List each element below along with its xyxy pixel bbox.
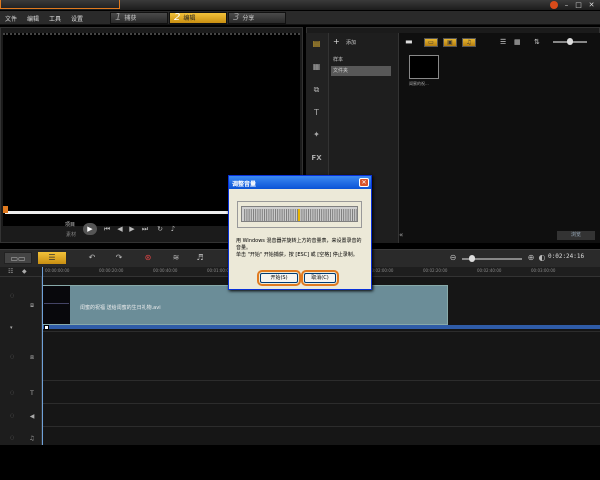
undo-icon[interactable]: ↶ (86, 252, 98, 264)
instant-project-icon[interactable]: ▦ (309, 61, 324, 73)
track-divider (42, 331, 600, 332)
track-expand-icon[interactable]: ▾ (10, 325, 16, 331)
scrub-bar[interactable] (5, 211, 230, 214)
media-thumbnail[interactable] (409, 55, 439, 79)
sort-icon[interactable]: ⇅ (534, 38, 540, 46)
ruler-tick: 00:03:00:00 (531, 268, 556, 273)
voice-track-icon[interactable]: ◀ (26, 412, 38, 421)
list-view-icon[interactable]: ☰ (500, 38, 506, 46)
track-manager-icon[interactable]: ☷ (8, 268, 13, 275)
start-button[interactable]: 开始(S) (257, 270, 301, 286)
video-filter-button[interactable]: ▭ (424, 38, 438, 47)
browse-button[interactable]: 浏览 (557, 231, 595, 240)
title-icon[interactable]: T (309, 107, 324, 119)
cancel-button[interactable]: 取消(C) (301, 270, 339, 286)
mode-project[interactable]: 项目 (65, 221, 75, 228)
prev-frame-icon[interactable]: ◀ (116, 225, 124, 233)
play-button[interactable]: ▶ (83, 223, 97, 235)
clip-audio-bar (42, 325, 600, 329)
dialog-close-icon[interactable]: ✕ (359, 178, 369, 187)
track-visibility-icon[interactable]: ◌ (10, 354, 16, 360)
track-divider (42, 380, 600, 381)
ruler-tick: 00:02:00:00 (369, 268, 394, 273)
adjust-volume-dialog (228, 175, 372, 290)
maximize-icon[interactable]: □ (574, 1, 583, 10)
menu-edit[interactable]: 编辑 (27, 14, 39, 23)
status-area (0, 445, 600, 480)
tree-item-samples[interactable]: 样本 (331, 55, 391, 65)
scrub-marker[interactable] (3, 206, 8, 213)
zoom-knob[interactable] (469, 255, 475, 262)
repeat-icon[interactable]: ↻ (156, 225, 164, 233)
auto-music-icon[interactable]: ♬ (194, 252, 206, 264)
menu-tools[interactable]: 工具 (49, 14, 61, 23)
dialog-message: 用 Windows 混音器并旋转上方的音量表，来设置录音的音量。 单击 "开始"… (236, 238, 362, 259)
dialog-title: 调整音量 (232, 181, 257, 188)
folder-icon[interactable]: ▬ (405, 37, 413, 46)
ruler-tick: 00:02:40:00 (477, 268, 502, 273)
ruler-tick: 00:02:20:00 (423, 268, 448, 273)
timecode-display[interactable]: 0:02:24:16 (548, 253, 584, 260)
ruler-tick: 00:00:00:00 (45, 268, 70, 273)
thumb-view-icon[interactable]: ▦ (514, 38, 521, 46)
ruler-tick: 00:00:40:00 (153, 268, 178, 273)
storyboard-view-button[interactable]: ▭▭ (4, 252, 32, 264)
fit-project-icon[interactable]: ◐ (537, 252, 547, 264)
menu-bar (0, 11, 600, 25)
track-visibility-icon[interactable]: ◌ (10, 390, 16, 396)
title-highlight (0, 0, 120, 9)
redo-icon[interactable]: ↷ (113, 252, 125, 264)
video-track-icon[interactable]: ⧇ (26, 301, 38, 310)
track-visibility-icon[interactable]: ◌ (10, 413, 16, 419)
timeline-view-button[interactable]: ☰ (38, 252, 66, 264)
volume-meter-graphic (244, 207, 357, 223)
minimize-icon[interactable]: – (562, 1, 571, 10)
clip-thumbnail (43, 286, 70, 324)
overlay-track-icon[interactable]: ⧈ (26, 353, 38, 362)
end-icon[interactable]: ⏭ (141, 225, 149, 233)
graphic-icon[interactable]: ✦ (309, 129, 324, 141)
ruler-tick: 00:00:20:00 (99, 268, 124, 273)
volume-icon[interactable]: ♪ (169, 225, 177, 233)
tab-capture[interactable]: 1 捕获 (110, 12, 168, 24)
zoom-out-icon[interactable]: ⊖ (448, 252, 458, 264)
clip-thumbnail-detail (44, 303, 69, 304)
add-icon[interactable]: + (333, 37, 340, 46)
thumbnail-size-knob[interactable] (567, 38, 573, 45)
playhead[interactable] (42, 267, 43, 445)
tab-share[interactable]: 3 分享 (228, 12, 286, 24)
menu-settings[interactable]: 设置 (71, 14, 83, 23)
close-icon[interactable]: ✕ (587, 1, 596, 10)
record-icon[interactable]: ⊛ (141, 252, 155, 264)
home-icon[interactable]: ⏮ (103, 225, 111, 233)
audio-mix-icon[interactable]: ≋ (170, 252, 182, 264)
track-divider (42, 426, 600, 427)
clip-marker[interactable] (44, 325, 49, 330)
thumbnail-caption: 闺蜜的祝... (409, 81, 429, 86)
dialog-message-line: 单击 "开始" 开始捕获，按 [ESC] 或 [空格] 停止录制。 (236, 252, 358, 258)
add-folder-label[interactable]: 添加 (346, 39, 356, 46)
tree-item-folder[interactable]: 文件夹 (331, 66, 391, 76)
track-visibility-icon[interactable]: ◌ (10, 435, 16, 441)
music-track-icon[interactable]: ♫ (26, 434, 38, 443)
filter-icon[interactable]: FX (309, 152, 324, 164)
audio-filter-button[interactable]: ♫ (462, 38, 476, 47)
chapter-icon[interactable]: ◆ (22, 268, 27, 275)
transition-icon[interactable]: ⧉ (309, 84, 324, 96)
tab-edit[interactable]: 2 编辑 (169, 12, 227, 24)
mode-clip[interactable]: 素材 (66, 231, 76, 238)
next-frame-icon[interactable]: ▶ (128, 225, 136, 233)
zoom-in-icon[interactable]: ⊕ (526, 252, 536, 264)
track-visibility-icon[interactable]: ◌ (10, 293, 16, 299)
volume-meter (241, 206, 358, 223)
media-icon[interactable]: ▤ (309, 38, 324, 50)
clip-label: 闺蜜的祝福 送给闺蜜的生日礼物.avi (80, 305, 161, 311)
menu-file[interactable]: 文件 (5, 14, 17, 23)
dialog-message-line: 用 Windows 混音器并旋转上方的音量表，来设置录音的音量。 (236, 238, 362, 251)
collapse-icon[interactable]: « (399, 231, 408, 240)
app-logo-icon (550, 1, 558, 9)
title-track-icon[interactable]: T (26, 389, 38, 398)
photo-filter-button[interactable]: ▣ (443, 38, 457, 47)
track-divider (42, 403, 600, 404)
